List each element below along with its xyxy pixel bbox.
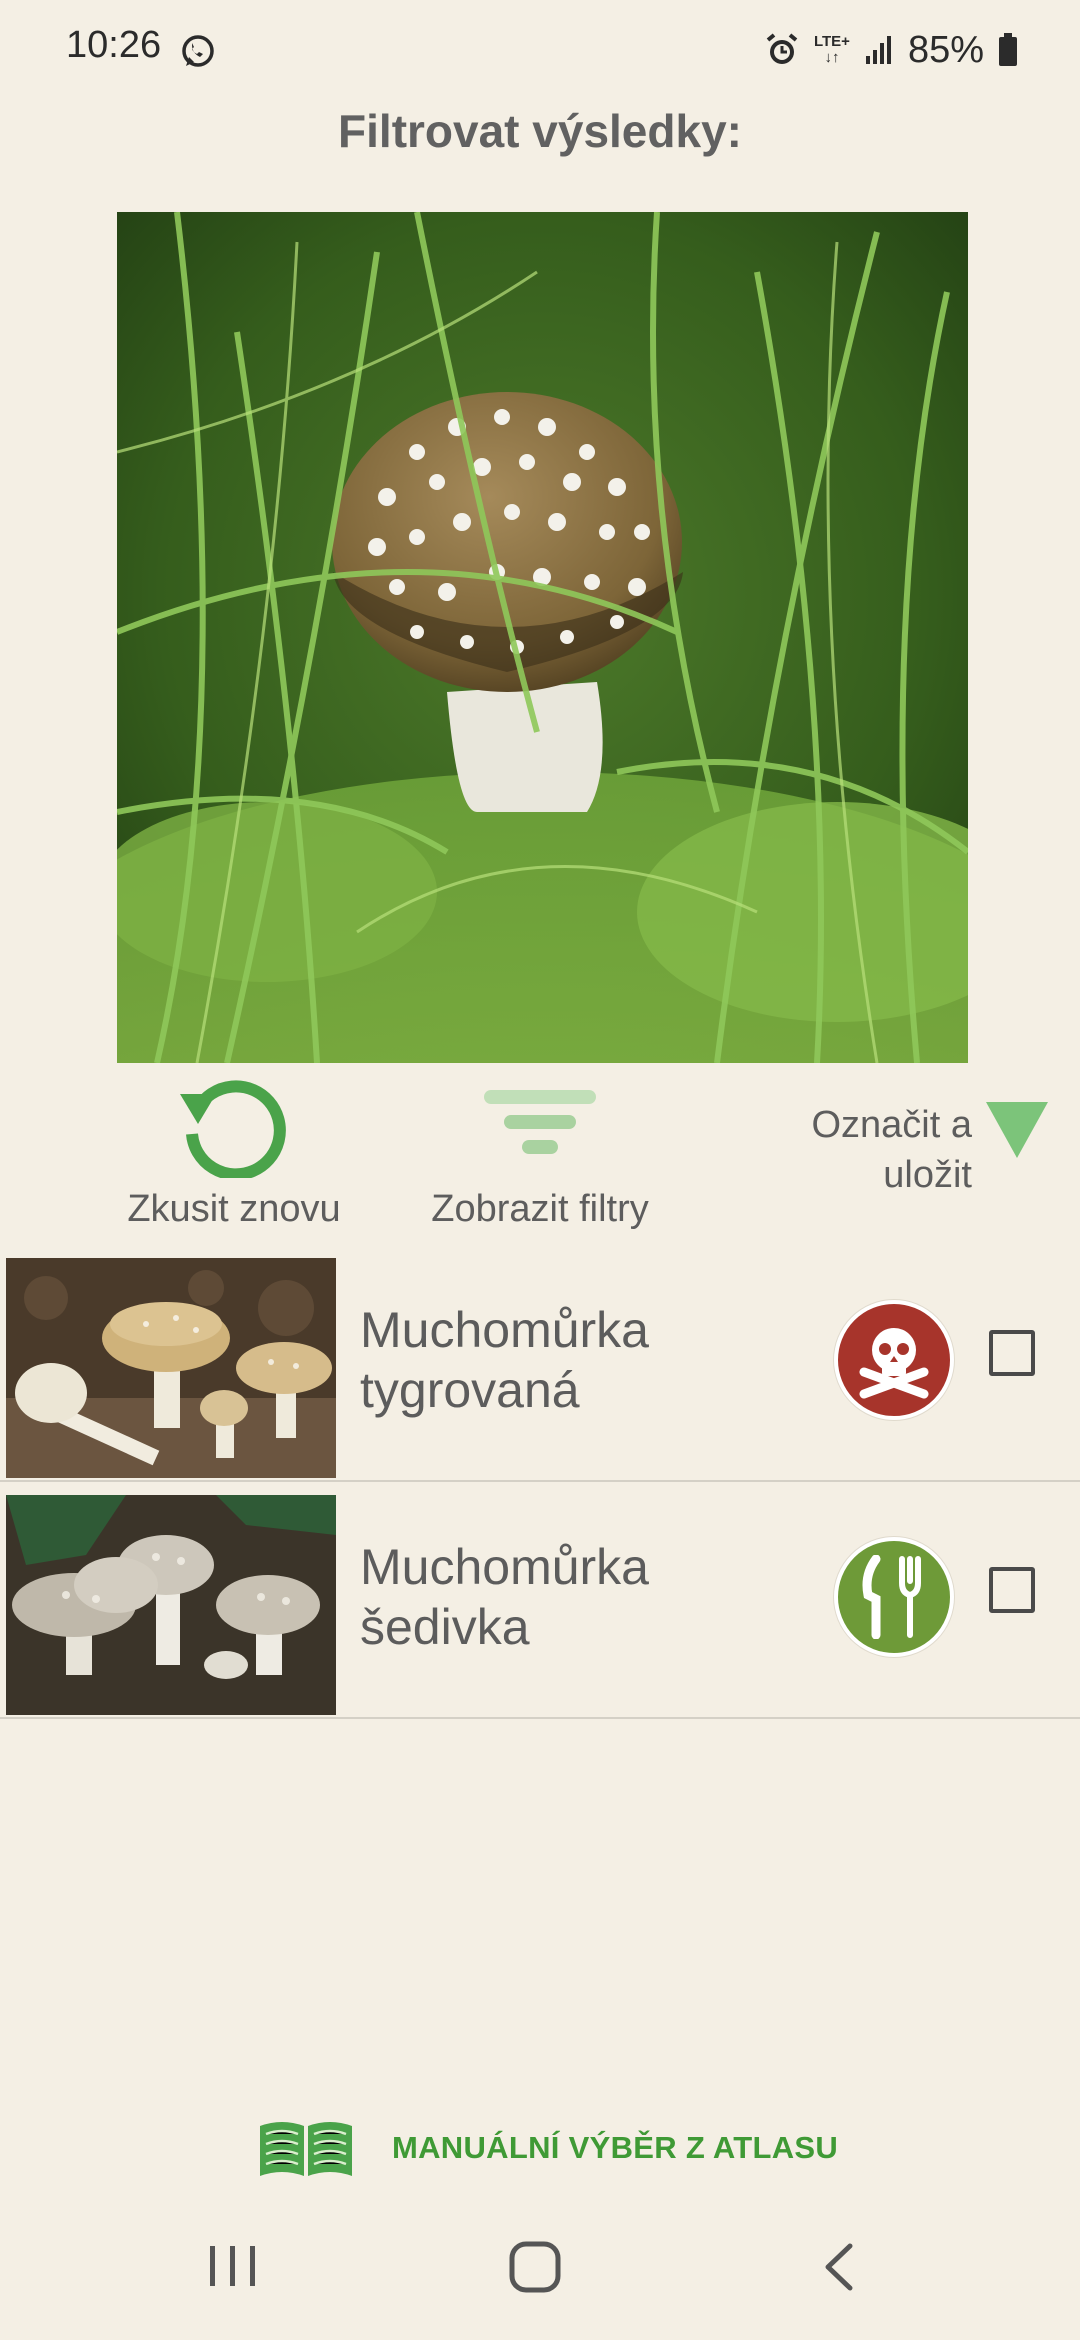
alarm-icon: [766, 33, 798, 64]
mark-save-line1: Označit a: [811, 1104, 972, 1146]
result-thumbnail: [6, 1258, 336, 1478]
manual-atlas-label[interactable]: MANUÁLNÍ VÝBĚR Z ATLASU: [392, 2130, 838, 2166]
back-icon[interactable]: [820, 2242, 856, 2292]
signal-icon: [865, 36, 891, 64]
status-icons: LTE+ ↓↑ 85%: [764, 24, 1018, 76]
mark-save-label[interactable]: Označit a uložit: [770, 1100, 972, 1200]
result-checkbox[interactable]: [989, 1567, 1035, 1613]
retry-icon[interactable]: [178, 1072, 288, 1178]
result-name[interactable]: Muchomůrka šedivka: [360, 1537, 649, 1657]
filter-icon[interactable]: [484, 1090, 596, 1156]
result-row[interactable]: Muchomůrka šedivka: [0, 1481, 1080, 1719]
home-icon[interactable]: [508, 2240, 562, 2294]
recent-apps-icon[interactable]: [208, 2244, 258, 2288]
show-filters-button[interactable]: Zobrazit filtry: [400, 1188, 680, 1231]
poison-icon: [859, 1328, 929, 1399]
mark-save-line2: uložit: [883, 1154, 972, 1196]
mushroom-photo: [117, 212, 968, 1063]
battery-icon: [999, 33, 1017, 66]
network-label: LTE+: [813, 33, 850, 50]
lte-icon: LTE+ ↓↑: [813, 33, 850, 66]
result-name[interactable]: Muchomůrka tygrovaná: [360, 1300, 649, 1420]
manual-atlas-link[interactable]: MANUÁLNÍ VÝBĚR Z ATLASU: [256, 2118, 838, 2178]
result-name-line2: šedivka: [360, 1599, 530, 1655]
fork-knife-icon: [862, 1555, 921, 1639]
status-time: 10:26: [66, 24, 162, 66]
result-row[interactable]: Muchomůrka tygrovaná: [0, 1244, 1080, 1482]
result-name-line1: Muchomůrka: [360, 1302, 649, 1358]
whatsapp-icon: [182, 35, 214, 67]
result-checkbox[interactable]: [989, 1330, 1035, 1376]
edible-badge: [834, 1537, 954, 1657]
result-name-line1: Muchomůrka: [360, 1539, 649, 1595]
poison-badge: [834, 1300, 954, 1420]
mark-save-triangle-icon[interactable]: [986, 1102, 1048, 1158]
retry-button[interactable]: Zkusit znovu: [96, 1188, 372, 1231]
result-name-line2: tygrovaná: [360, 1362, 580, 1418]
result-thumbnail: [6, 1495, 336, 1715]
open-book-icon: [260, 2122, 352, 2176]
battery-percent: 85%: [907, 28, 984, 71]
page-title: Filtrovat výsledky:: [338, 105, 742, 157]
